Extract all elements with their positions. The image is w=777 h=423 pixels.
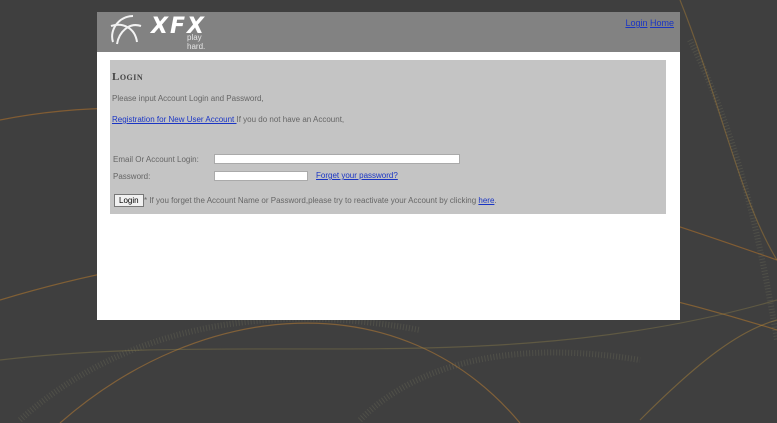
reactivate-note: * If you forget the Account Name or Pass… (144, 196, 497, 205)
login-intro-text: Please input Account Login and Password, (112, 94, 264, 103)
reactivate-end: . (494, 196, 497, 205)
xfx-swirl-icon (110, 15, 142, 45)
registration-link[interactable]: Registration for New User Account (112, 115, 237, 124)
registration-line: Registration for New User Account If you… (112, 115, 344, 124)
reactivate-here-link[interactable]: here (478, 196, 494, 205)
login-title: Login (112, 71, 144, 83)
password-input[interactable] (214, 171, 308, 181)
forgot-password-link[interactable]: Forget your password? (316, 171, 398, 180)
top-nav: Login Home (625, 18, 674, 28)
email-input[interactable] (214, 154, 460, 164)
login-page-window: XFX play hard. Login Home Login Please i… (97, 12, 680, 320)
login-link[interactable]: Login (625, 18, 647, 28)
login-panel: Login Please input Account Login and Pas… (110, 60, 666, 214)
xfx-logo: XFX play hard. (107, 12, 217, 51)
password-label: Password: (113, 172, 151, 181)
email-label: Email Or Account Login: (113, 155, 199, 164)
reactivate-text: * If you forget the Account Name or Pass… (144, 196, 479, 205)
logo-tagline: play hard. (187, 33, 206, 51)
header-bar: XFX play hard. Login Home (97, 12, 680, 52)
home-link[interactable]: Home (650, 18, 674, 28)
login-button[interactable]: Login (114, 194, 144, 207)
registration-suffix: If you do not have an Account, (236, 115, 345, 124)
